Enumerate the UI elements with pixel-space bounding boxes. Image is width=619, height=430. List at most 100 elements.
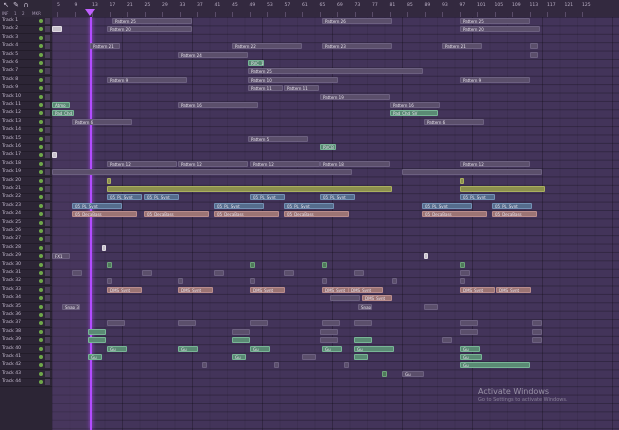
- playlist-clip[interactable]: [354, 354, 368, 360]
- playlist-clip[interactable]: [284, 270, 294, 276]
- playhead-line[interactable]: [90, 17, 92, 430]
- timeline-ruler[interactable]: 5 9 13 17 21 25 29 33 37 41 45 49 53 57 61 65 69 73 77 81 85…: [52, 0, 619, 18]
- track-mute-led[interactable]: [39, 119, 43, 124]
- track-mute-led[interactable]: [39, 329, 43, 334]
- track-mute-led[interactable]: [39, 170, 43, 175]
- track-select-handle[interactable]: [45, 328, 50, 335]
- playlist-clip[interactable]: DMS_Synt: [460, 286, 495, 293]
- playlist-clip[interactable]: 05_PL_Synt: [214, 202, 264, 209]
- track-select-handle[interactable]: [45, 186, 50, 192]
- playlist-clip[interactable]: [274, 362, 279, 369]
- playlist-clip[interactable]: [442, 337, 452, 344]
- track-select-handle[interactable]: [45, 68, 50, 75]
- playlist-clip[interactable]: [107, 186, 392, 192]
- track-mute-led[interactable]: [39, 77, 43, 82]
- playlist-clip[interactable]: Atmo: [52, 102, 70, 108]
- playlist-clip[interactable]: Pattern 11: [248, 85, 283, 92]
- playlist-clip[interactable]: Gu: [322, 345, 342, 352]
- playlist-clip[interactable]: [202, 362, 207, 369]
- playlist-clip[interactable]: [107, 261, 112, 268]
- track-mute-led[interactable]: [39, 35, 43, 40]
- playlist-clip[interactable]: Pattern 12: [107, 160, 177, 167]
- track-mute-led[interactable]: [39, 161, 43, 166]
- track-mute-led[interactable]: [39, 111, 43, 116]
- playlist-clip[interactable]: Pattern 21: [90, 43, 120, 50]
- track-select-handle[interactable]: [45, 169, 50, 176]
- playlist-clip[interactable]: 05_PL_Synt: [107, 194, 142, 201]
- playlist-clip[interactable]: [320, 337, 338, 344]
- playlist-clip[interactable]: Pattern 6: [72, 118, 132, 125]
- playlist-clip[interactable]: Gu: [354, 345, 394, 352]
- track-select-handle[interactable]: [45, 236, 50, 243]
- playlist-clip[interactable]: DMS_Synt: [178, 286, 213, 293]
- track-mute-led[interactable]: [39, 346, 43, 351]
- playlist-clip[interactable]: Pattern 11: [284, 85, 319, 92]
- track-select-handle[interactable]: [45, 228, 50, 234]
- track-select-handle[interactable]: [45, 202, 50, 209]
- playlist-clip[interactable]: [460, 270, 470, 276]
- track-mute-led[interactable]: [39, 178, 43, 183]
- track-select-handle[interactable]: [45, 127, 50, 134]
- track-select-handle[interactable]: [45, 135, 50, 142]
- playlist-clip[interactable]: DMS_Synt: [348, 286, 383, 293]
- track-select-handle[interactable]: [45, 261, 50, 268]
- track-select-handle[interactable]: [45, 34, 50, 41]
- playlist-clip[interactable]: 05_DecaBass: [492, 211, 537, 218]
- track-mute-led[interactable]: [39, 69, 43, 74]
- playlist-clip[interactable]: DMS_Synt: [250, 286, 285, 293]
- playlist-clip[interactable]: Pattern 25: [460, 18, 530, 24]
- playlist-clip[interactable]: Pattern 12: [178, 160, 248, 167]
- track-mute-led[interactable]: [39, 245, 43, 250]
- playlist-clip[interactable]: [72, 270, 82, 276]
- playlist-clip[interactable]: Pattern 21: [442, 43, 482, 50]
- track-select-handle[interactable]: [45, 286, 50, 293]
- playlist-clip[interactable]: Pattern 19: [320, 93, 390, 100]
- playlist-clip[interactable]: 05_PL_Synt: [144, 194, 179, 201]
- playlist-clip[interactable]: [88, 337, 106, 344]
- playlist-clip[interactable]: [232, 328, 250, 335]
- magnet-icon[interactable]: ∩: [22, 2, 30, 9]
- playlist-clip[interactable]: Gu: [88, 354, 102, 360]
- track-select-handle[interactable]: [45, 278, 50, 285]
- track-mute-led[interactable]: [39, 27, 43, 32]
- track-select-handle[interactable]: [45, 26, 50, 33]
- playlist-clip[interactable]: [250, 278, 255, 285]
- playlist-clip[interactable]: [320, 328, 338, 335]
- track-select-handle[interactable]: [45, 118, 50, 125]
- track-select-handle[interactable]: [45, 102, 50, 108]
- playlist-clip[interactable]: [424, 253, 428, 260]
- playlist-clip[interactable]: Pattern 6: [424, 118, 484, 125]
- playlist-clip[interactable]: FX1: [52, 253, 70, 260]
- track-select-handle[interactable]: [45, 219, 50, 226]
- track-select-handle[interactable]: [45, 43, 50, 50]
- track-select-handle[interactable]: [45, 303, 50, 310]
- playlist-clip[interactable]: Gu: [402, 370, 424, 377]
- playlist-clip[interactable]: [344, 362, 349, 369]
- track-mute-led[interactable]: [39, 254, 43, 259]
- track-select-handle[interactable]: [45, 60, 50, 66]
- track-select-handle[interactable]: [45, 93, 50, 100]
- playlist-clip[interactable]: [354, 337, 372, 344]
- playlist-clip[interactable]: Pattern 25: [248, 68, 423, 75]
- playlist-clip[interactable]: Pattern 10: [248, 76, 338, 83]
- track-select-handle[interactable]: [45, 345, 50, 352]
- track-mute-led[interactable]: [39, 237, 43, 242]
- track-mute-led[interactable]: [39, 229, 43, 233]
- playlist-clip[interactable]: Snap 3: [62, 303, 80, 310]
- playlist-clip[interactable]: [250, 261, 255, 268]
- track-mute-led[interactable]: [39, 52, 43, 57]
- playlist-clip[interactable]: RVCB: [320, 144, 336, 150]
- track-select-handle[interactable]: [45, 320, 50, 327]
- track-mute-led[interactable]: [39, 262, 43, 267]
- playlist-clip[interactable]: DMS_Synt: [496, 286, 531, 293]
- track-select-handle[interactable]: [45, 295, 50, 302]
- playlist-clip[interactable]: [214, 270, 224, 276]
- playlist-clip[interactable]: [354, 320, 372, 327]
- track-mute-led[interactable]: [39, 296, 43, 301]
- playlist-clip[interactable]: [330, 295, 360, 302]
- playlist-clip[interactable]: DMS_Synt: [107, 286, 142, 293]
- track-mute-led[interactable]: [39, 103, 43, 107]
- playlist-clip[interactable]: [460, 177, 464, 184]
- track-mute-led[interactable]: [39, 136, 43, 141]
- track-mute-led[interactable]: [39, 212, 43, 217]
